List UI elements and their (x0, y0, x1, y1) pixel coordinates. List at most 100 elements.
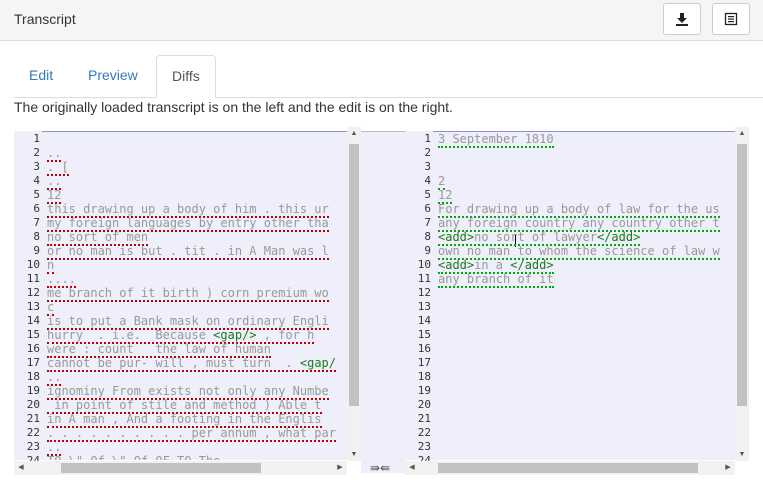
tab-edit[interactable]: Edit (14, 55, 68, 97)
line-number: 9 (424, 244, 431, 257)
line-text: TO \" Of \" Of OF TO The (47, 454, 220, 460)
line-text: 3 September 1810 (438, 132, 554, 146)
horizontal-scrollbar[interactable]: ◀ ▶ (14, 461, 347, 475)
code-line: any branch of it (438, 272, 554, 288)
line-number: 16 (417, 342, 431, 355)
line-text: cannot be pur- will , must turn . (47, 356, 300, 370)
scrollbar-thumb[interactable] (438, 463, 698, 473)
line-number: 20 (417, 398, 431, 411)
line-number: 10 (26, 258, 40, 271)
tab-diffs[interactable]: Diffs (156, 55, 216, 98)
line-number: 18 (417, 370, 431, 383)
horizontal-scrollbar[interactable]: ◀ ▶ (405, 461, 735, 475)
scroll-left-icon[interactable]: ◀ (16, 464, 26, 472)
line-number: 1 (33, 132, 40, 145)
line-text: ignominy From exists not only any Numbe (47, 384, 329, 398)
original-transcript-pane[interactable]: 1234567891011121314151617181920212223242… (14, 127, 361, 475)
original-code-area[interactable]: ... [.. 12 this drawing up a body of him .… (47, 131, 347, 460)
scroll-right-icon[interactable]: ▶ (723, 464, 733, 472)
markup-tag: <add> (438, 258, 475, 272)
line-text: , for h (256, 328, 315, 342)
line-text: .... (47, 272, 76, 286)
line-number: 1 (424, 132, 431, 145)
line-number: 17 (417, 356, 431, 369)
line-text: 12 (438, 188, 453, 202)
line-text: me branch of it birth ) corn premium wo (47, 286, 329, 300)
line-number: 12 (26, 286, 40, 299)
line-text: own no man to whom the science of law w (438, 244, 720, 258)
edited-code-area[interactable]: 3 September 1810 2 12 For drawing up a body… (438, 131, 735, 460)
line-number: 4 (424, 174, 431, 187)
line-number: 2 (33, 146, 40, 159)
markup-tag: </add> (510, 258, 554, 272)
line-text: 12 (47, 188, 62, 202)
line-number: 21 (26, 412, 40, 425)
scroll-left-icon[interactable]: ◀ (407, 464, 417, 472)
line-number: 5 (33, 188, 40, 201)
download-button[interactable] (663, 3, 701, 35)
line-text: .. (47, 174, 62, 188)
line-number: 10 (417, 258, 431, 271)
vertical-scrollbar[interactable]: ▲ ▼ (735, 127, 749, 461)
line-number: 15 (417, 328, 431, 341)
scroll-down-icon[interactable]: ▼ (737, 451, 747, 459)
line-number: 16 (26, 342, 40, 355)
line-text: .. (47, 440, 62, 454)
line-text: c (47, 300, 55, 314)
line-number: 17 (26, 356, 40, 369)
document-button[interactable] (712, 3, 750, 35)
scroll-up-icon[interactable]: ▲ (737, 130, 747, 138)
line-text: in a (474, 258, 511, 272)
code-line: cannot be pur- will , must turn . <gap/ (47, 356, 336, 372)
line-number: 12 (417, 286, 431, 299)
line-text: For drawing up a body of law for the us (438, 202, 720, 216)
line-number: 5 (424, 188, 431, 201)
line-text: were : count the law of human (47, 342, 271, 356)
line-text: hurry . i.e. Because (47, 328, 214, 342)
download-icon (675, 12, 689, 26)
line-number: 8 (424, 230, 431, 243)
vertical-scrollbar[interactable]: ▲ ▼ (347, 127, 361, 461)
line-number: 20 (26, 398, 40, 411)
line-number: 6 (33, 202, 40, 215)
line-number: 13 (417, 300, 431, 313)
line-number-gutter: 1234567891011121314151617181920212223242… (405, 131, 433, 475)
line-text: or no man is but . tit . in A Man was l (47, 244, 329, 258)
line-number: 14 (417, 314, 431, 327)
line-number: 7 (33, 216, 40, 229)
tab-preview[interactable]: Preview (73, 55, 153, 97)
scroll-right-icon[interactable]: ▶ (335, 464, 345, 472)
line-text: . [ (47, 160, 69, 174)
code-line: 3 September 1810 (438, 132, 554, 148)
code-line: TO \" Of \" Of OF TO The (47, 454, 220, 460)
line-number: 3 (424, 160, 431, 173)
line-number: 23 (417, 440, 431, 453)
line-number: 4 (33, 174, 40, 187)
line-text: in A man , And a footing in the Englis (47, 412, 322, 426)
line-text: .. (47, 370, 62, 384)
scroll-up-icon[interactable]: ▲ (349, 130, 359, 138)
line-number: 3 (33, 160, 40, 173)
merge-gap: ⇛⇚ (361, 131, 405, 475)
line-number: 18 (26, 370, 40, 383)
markup-tag: <gap/> (213, 328, 257, 342)
line-number: 2 (424, 146, 431, 159)
line-number: 19 (26, 384, 40, 397)
line-text: 2 (438, 174, 446, 188)
line-text: no sort of lawyer (474, 230, 597, 244)
line-number: 21 (417, 412, 431, 425)
line-number: 15 (26, 328, 40, 341)
merge-arrows-icon[interactable]: ⇛⇚ (370, 461, 390, 475)
line-text: is to put a Bank mask on ordinary Engli (47, 314, 329, 328)
line-number: 22 (26, 426, 40, 439)
scrollbar-thumb[interactable] (737, 144, 747, 406)
scroll-down-icon[interactable]: ▼ (349, 451, 359, 459)
markup-tag: <add> (438, 230, 475, 244)
document-icon (724, 12, 738, 26)
scrollbar-thumb[interactable] (61, 463, 261, 473)
line-text: any foreign country any country other t (438, 216, 720, 230)
diff-description: The originally loaded transcript is on t… (14, 99, 453, 115)
edited-transcript-pane[interactable]: 1234567891011121314151617181920212223242… (405, 127, 749, 475)
line-text: n (47, 258, 55, 272)
scrollbar-thumb[interactable] (349, 144, 359, 406)
